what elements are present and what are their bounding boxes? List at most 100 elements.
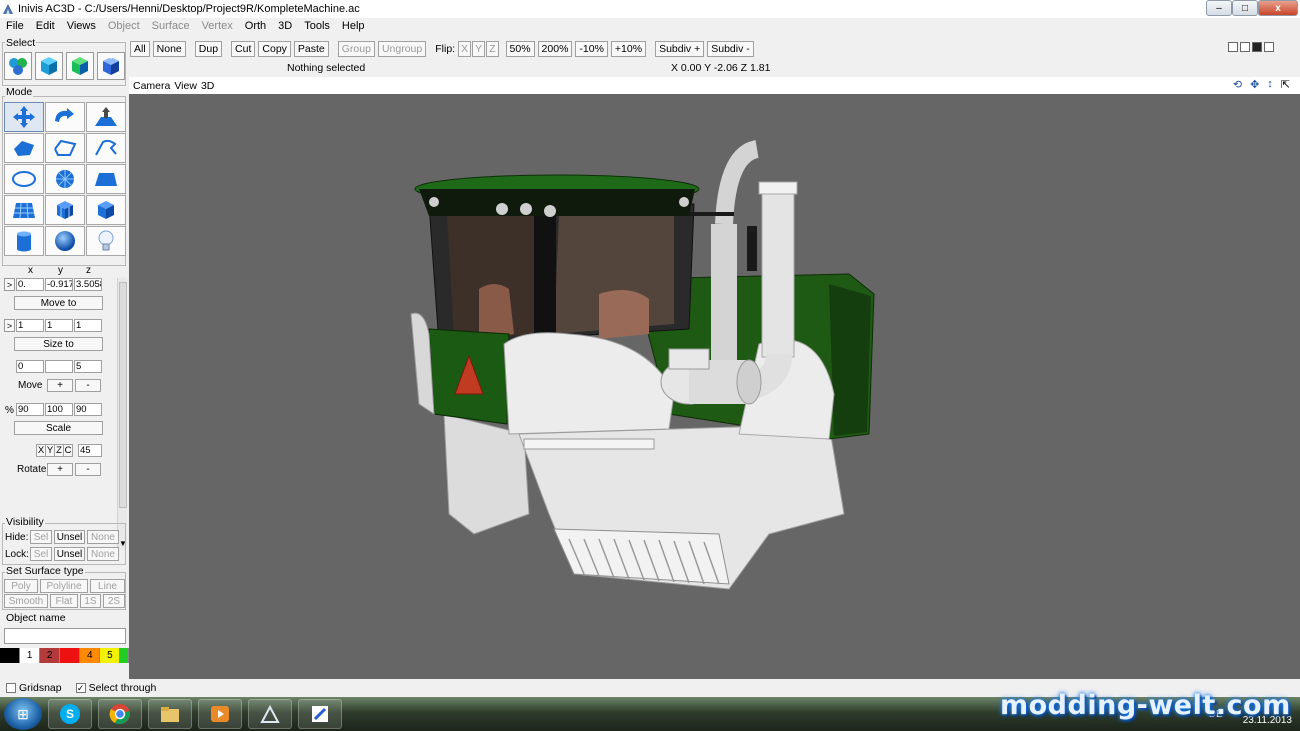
paste-button[interactable]: Paste: [293, 41, 329, 57]
subdiv-minus-button[interactable]: Subdiv -: [707, 41, 754, 57]
color-swatch-3[interactable]: 3: [60, 648, 81, 663]
select-all-button[interactable]: All: [130, 41, 150, 57]
move-x-field[interactable]: 0: [16, 360, 44, 373]
explorer-taskbar-icon[interactable]: [148, 699, 192, 729]
menu-3d[interactable]: 3D: [272, 20, 298, 32]
copy-button[interactable]: Copy: [258, 41, 291, 57]
group-button[interactable]: Group: [337, 41, 375, 57]
light-tool-button[interactable]: [86, 226, 126, 256]
box-tool-button[interactable]: [86, 195, 126, 225]
color-swatch-green[interactable]: [120, 648, 129, 663]
surface-poly-button[interactable]: Poly: [4, 579, 38, 593]
size-z-field[interactable]: 1: [74, 319, 102, 332]
start-button[interactable]: ⊞: [4, 698, 42, 730]
zoom-50-button[interactable]: 50%: [505, 41, 535, 57]
polygon-tool-button[interactable]: [4, 133, 44, 163]
size-x-field[interactable]: 1: [16, 319, 44, 332]
layout-split-icon[interactable]: [1240, 42, 1250, 52]
surface-2s-button[interactable]: 2S: [103, 594, 125, 608]
select-surface-mode-button[interactable]: [66, 52, 94, 80]
image-editor-taskbar-icon[interactable]: [298, 699, 342, 729]
position-x-field[interactable]: 0.: [16, 278, 44, 291]
zoom-minus-10-button[interactable]: -10%: [575, 41, 608, 57]
scrollbar-thumb[interactable]: [119, 282, 127, 508]
select-vertex-mode-button[interactable]: [97, 52, 125, 80]
zoom-200-button[interactable]: 200%: [537, 41, 573, 57]
hide-unselected-button[interactable]: Unsel: [54, 530, 85, 544]
select-object-mode-button[interactable]: [35, 52, 63, 80]
scale-y-field[interactable]: 100: [45, 403, 73, 416]
gridsnap-box[interactable]: [6, 683, 16, 693]
select-through-checkbox[interactable]: ✓ Select through: [75, 682, 156, 694]
layout-single-icon[interactable]: [1228, 42, 1238, 52]
move-z-field[interactable]: 5: [74, 360, 102, 373]
media-player-taskbar-icon[interactable]: [198, 699, 242, 729]
rotate-plus-button[interactable]: +: [47, 463, 73, 476]
color-swatch-1[interactable]: 1: [20, 648, 41, 663]
move-y-field[interactable]: [45, 360, 73, 373]
ungroup-button[interactable]: Ungroup: [377, 41, 427, 57]
surface-smooth-button[interactable]: Smooth: [4, 594, 48, 608]
view-pan-icon[interactable]: ✥: [1250, 78, 1259, 91]
move-to-button[interactable]: Move to: [14, 296, 103, 310]
view-reset-icon[interactable]: ⇱: [1281, 78, 1290, 91]
skype-taskbar-icon[interactable]: S: [48, 699, 92, 729]
select-none-button[interactable]: None: [152, 41, 186, 57]
extrude-mode-button[interactable]: [86, 102, 126, 132]
hide-none-button[interactable]: None: [87, 530, 119, 544]
size-to-button[interactable]: Size to: [14, 337, 103, 351]
rotate-angle-field[interactable]: 45: [78, 444, 102, 457]
subdiv-plus-button[interactable]: Subdiv +: [655, 41, 705, 57]
surface-line-button[interactable]: Line: [90, 579, 125, 593]
scale-z-field[interactable]: 90: [74, 403, 102, 416]
polyline-tool-button[interactable]: [45, 133, 85, 163]
menu-help[interactable]: Help: [336, 20, 371, 32]
view-menu[interactable]: View: [174, 80, 197, 92]
menu-object[interactable]: Object: [102, 20, 146, 32]
layout-tri-icon[interactable]: [1264, 42, 1274, 52]
size-expand-button[interactable]: >: [4, 319, 15, 332]
gridsnap-checkbox[interactable]: Gridsnap: [6, 682, 62, 694]
menu-views[interactable]: Views: [61, 20, 102, 32]
ellipse-tool-button[interactable]: [4, 164, 44, 194]
maximize-button[interactable]: □: [1232, 0, 1258, 16]
minimize-button[interactable]: –: [1206, 0, 1232, 16]
lock-none-button[interactable]: None: [87, 547, 119, 561]
rotate-c-toggle[interactable]: C: [63, 444, 73, 457]
ac3d-taskbar-icon[interactable]: [248, 699, 292, 729]
select-through-box[interactable]: ✓: [75, 683, 86, 693]
menu-vertex[interactable]: Vertex: [196, 20, 239, 32]
lock-selected-button[interactable]: Sel: [30, 547, 52, 561]
3d-viewport[interactable]: [129, 94, 1300, 679]
sphere-tool-button[interactable]: [45, 226, 85, 256]
tool-panel-scrollbar[interactable]: ▼: [117, 278, 127, 550]
surface-polyline-button[interactable]: Polyline: [40, 579, 88, 593]
flip-y-button[interactable]: Y: [472, 41, 486, 57]
color-swatch-5[interactable]: 5: [100, 648, 121, 663]
hide-selected-button[interactable]: Sel: [30, 530, 52, 544]
scale-x-field[interactable]: 90: [16, 403, 44, 416]
position-expand-button[interactable]: >: [4, 278, 15, 291]
cylinder-tool-button[interactable]: [4, 226, 44, 256]
line-tool-button[interactable]: [86, 133, 126, 163]
flip-x-button[interactable]: X: [458, 41, 472, 57]
zoom-plus-10-button[interactable]: +10%: [610, 41, 647, 57]
flip-z-button[interactable]: Z: [486, 41, 499, 57]
layout-quad-icon[interactable]: [1252, 42, 1262, 52]
menu-orth[interactable]: Orth: [239, 20, 272, 32]
position-y-field[interactable]: -0.917: [45, 278, 73, 291]
menu-tools[interactable]: Tools: [298, 20, 336, 32]
close-button[interactable]: x: [1258, 0, 1298, 16]
select-move-mode-button[interactable]: [4, 102, 44, 132]
move-minus-button[interactable]: -: [75, 379, 101, 392]
cut-button[interactable]: Cut: [231, 41, 256, 57]
move-plus-button[interactable]: +: [47, 379, 73, 392]
menu-edit[interactable]: Edit: [30, 20, 61, 32]
mesh-tool-button[interactable]: [4, 195, 44, 225]
view-layout-icons[interactable]: [1228, 42, 1274, 52]
view-mode-label[interactable]: 3D: [201, 80, 214, 92]
color-swatch-4[interactable]: 4: [80, 648, 101, 663]
color-swatch-black[interactable]: [0, 648, 21, 663]
rectangle-tool-button[interactable]: [86, 164, 126, 194]
menu-file[interactable]: File: [0, 20, 30, 32]
